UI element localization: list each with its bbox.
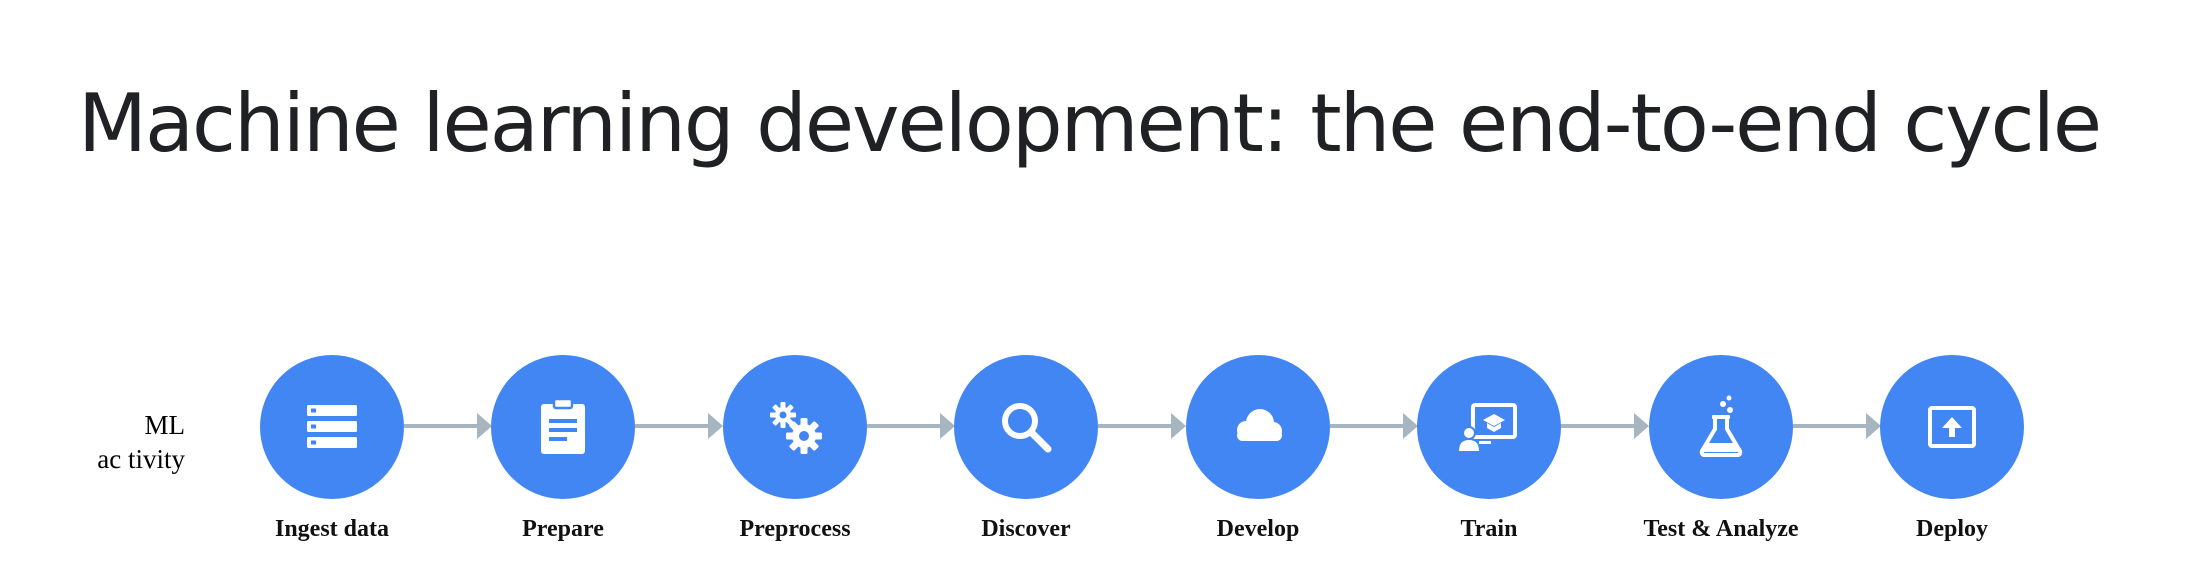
step-label-discover: Discover (981, 516, 1071, 542)
server-stack-icon (307, 405, 357, 448)
gears-icon (770, 402, 822, 454)
step-develop (1186, 355, 1330, 499)
row-label-line1: ML (144, 410, 186, 440)
step-label-deploy: Deploy (1916, 516, 1988, 542)
upload-screen-icon (1928, 406, 1976, 448)
arrowhead-3 (940, 413, 955, 439)
connector-3 (867, 424, 948, 428)
magnifier-icon (1002, 403, 1052, 453)
step-label-test-analyze: Test & Analyze (1643, 516, 1799, 542)
connector-2 (635, 424, 716, 428)
connector-7 (1793, 424, 1874, 428)
step-ingest-data (260, 355, 404, 499)
arrowhead-6 (1634, 413, 1649, 439)
step-discover (954, 355, 1098, 499)
cloud-icon (1237, 409, 1282, 441)
step-prepare (491, 355, 635, 499)
flask-icon (1699, 395, 1743, 457)
arrowhead-1 (477, 413, 492, 439)
arrowhead-2 (708, 413, 723, 439)
page-title: Machine learning development: the end-to… (78, 77, 2102, 170)
connector-5 (1330, 424, 1411, 428)
step-label-prepare: Prepare (522, 516, 604, 542)
step-test-analyze (1649, 355, 1793, 499)
step-label-preprocess: Preprocess (739, 516, 851, 542)
row-label-line2: ac tivity (97, 444, 185, 474)
clipboard-icon (541, 397, 585, 454)
step-deploy (1880, 355, 2024, 499)
connector-6 (1561, 424, 1642, 428)
arrowhead-7 (1866, 413, 1881, 439)
arrowhead-5 (1403, 413, 1418, 439)
presentation-icon (1459, 403, 1517, 451)
step-label-ingest-data: Ingest data (274, 516, 389, 542)
arrowhead-4 (1171, 413, 1186, 439)
step-preprocess (723, 355, 867, 499)
step-label-develop: Develop (1216, 516, 1300, 542)
step-label-train: Train (1460, 516, 1518, 542)
step-train (1417, 355, 1561, 499)
row-label: ML ac tivity (65, 408, 185, 476)
connector-1 (404, 424, 485, 428)
connector-4 (1098, 424, 1179, 428)
